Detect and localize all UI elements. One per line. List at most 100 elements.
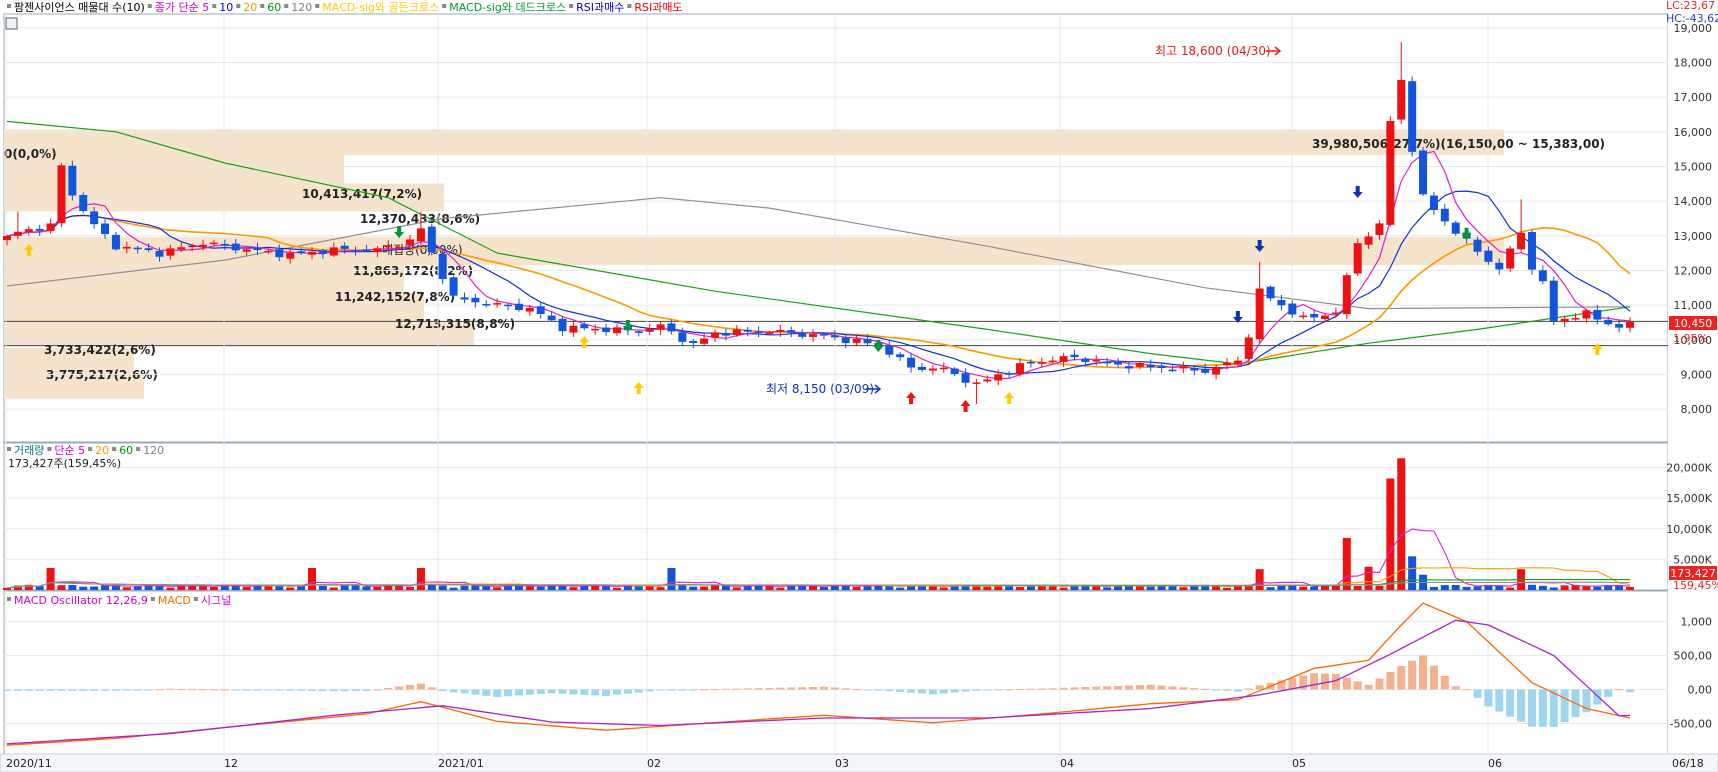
volume-bar [536,586,545,590]
candle-body [57,165,66,224]
candle-body [1495,262,1504,270]
macd-oscillator-bar [765,687,774,690]
legend-bullet-icon [236,4,241,8]
candle-body [1527,231,1536,270]
macd-oscillator-bar [395,686,404,690]
candle-body [1506,248,1515,269]
legend-bullet-icon [260,4,265,8]
macd-oscillator-bar [275,689,284,691]
candle-body [13,231,22,236]
macd-tick-label: 1,000 [1681,616,1713,629]
macd-oscillator-bar [1222,689,1231,691]
macd-oscillator-bar [13,689,22,691]
legend-bullet-icon [7,4,11,8]
candle-body [286,252,295,259]
volume-bar [199,586,208,590]
x-tick-label: 2020/11 [6,757,52,770]
macd-oscillator-bar [297,689,306,691]
macd-oscillator-bar [504,689,513,697]
macd-oscillator-bar [68,689,77,691]
legend-item: 팜젠사이언스 매물대 수(10) [14,1,145,14]
macd-oscillator-bar [1233,689,1242,692]
macd-oscillator-bar [1016,689,1025,691]
candle-body [863,338,872,344]
candle-body [220,243,229,246]
macd-oscillator-bar [1081,687,1090,690]
macd-oscillator-bar [1517,689,1526,722]
macd-oscillator-bar [1157,685,1166,690]
volume-bar [1016,587,1025,590]
price-tick-label: 13,000 [1674,230,1713,243]
macd-oscillator-bar [1135,685,1144,690]
macd-oscillator-bar [471,689,480,695]
volume-bar [819,586,828,590]
candle-body [471,297,480,303]
x-tick-label: 06 [1488,757,1502,770]
candle-body [732,329,741,336]
volume-bar [90,586,99,590]
volume-bar [318,585,327,590]
stock-chart[interactable]: 0(0,0%)10,413,417(7,2%)12,370,433(8,6%)3… [0,0,1718,772]
macd-oscillator-bar [340,689,349,692]
macd-oscillator-bar [1310,673,1319,690]
volume-bar [253,586,262,590]
macd-oscillator-bar [1451,686,1460,690]
price-legend[interactable]: 팜젠사이언스 매물대 수(10) 종가 단순 5 10 20 60 120 MACD-sig… [7,1,683,14]
candle-body [569,325,578,333]
macd-oscillator-bar [122,689,131,691]
macd-oscillator-bar [177,688,186,690]
volume-bar [79,586,88,590]
candle-body [1440,208,1449,222]
legend-bullet-icon [442,4,447,8]
candle-body [46,223,55,232]
candle-body [144,248,153,251]
volume-bar [307,567,316,590]
macd-oscillator-bar [1179,687,1188,690]
macd-oscillator-bar [1124,685,1133,690]
macd-oscillator-bar [427,687,436,690]
price-panel[interactable] [3,13,1669,443]
volume-bar [1146,586,1155,590]
volume-value-label: 173,427주(159,45%) [8,457,121,470]
macd-oscillator-bar [1146,684,1155,690]
candle-body [525,307,534,312]
candle-body [482,303,491,306]
candle-body [994,374,1003,381]
volume-profile-label: 39,980,506(27,7%)(16,150,00 ~ 15,383,00) [1312,137,1605,151]
candle-body [1037,362,1046,364]
candle-body [1571,318,1580,320]
macd-oscillator-bar [46,689,55,691]
candle-body [1386,121,1395,225]
volume-tick-label: 15,000K [1666,492,1712,505]
candle-body [1157,365,1166,368]
volume-profile-band [4,236,1504,266]
candle-body [166,248,175,256]
macd-oscillator-bar [384,687,393,690]
settings-icon[interactable] [5,17,18,30]
legend-item: 20 [243,1,257,14]
current-price-text: 10,450 [1674,317,1713,330]
candle-body [711,332,720,338]
legend-item: 120 [143,444,164,457]
macd-oscillator-bar [1615,689,1624,691]
candle-body [449,277,458,296]
macd-oscillator-bar [711,689,720,691]
candle-body [24,229,33,232]
legend-bullet-icon [136,447,141,451]
volume-bar [896,587,905,590]
candle-body [787,330,796,333]
legend-bullet-icon [47,447,52,451]
candle-body [841,337,850,344]
candle-body [1048,360,1057,363]
candle-body [1179,366,1188,369]
candle-body [983,379,992,382]
volume-bar [732,587,741,590]
volume-bar [57,585,66,590]
macd-oscillator-bar [1364,684,1373,690]
macd-oscillator-bar [700,689,709,691]
macd-oscillator-bar [438,689,447,692]
macd-panel[interactable] [3,590,1669,755]
macd-oscillator-bar [1473,689,1482,698]
macd-oscillator-bar [776,687,785,690]
volume-bar [1408,556,1417,590]
